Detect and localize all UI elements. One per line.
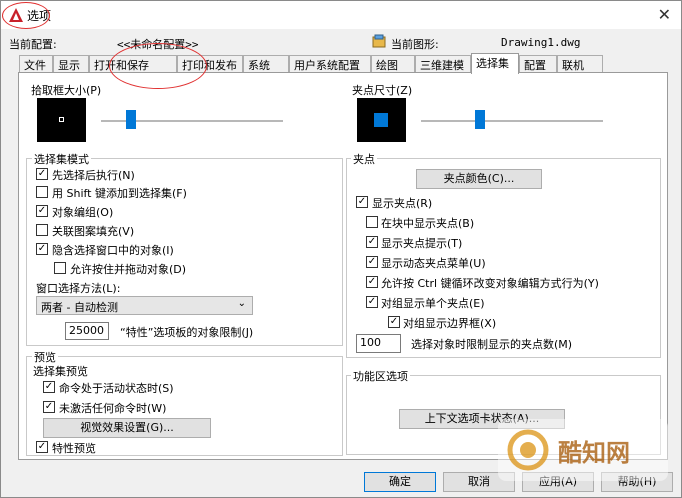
checkbox-bounding-box-groups[interactable]: ✓ xyxy=(388,316,400,328)
options-dialog: 选项 ✕ 当前配置: <<未命名配置>> 当前图形: Drawing1.dwg … xyxy=(0,0,682,498)
checkbox-single-grip-groups[interactable]: ✓ xyxy=(366,296,378,308)
current-drawing-label: 当前图形: xyxy=(391,38,439,51)
grips-title: 夹点 xyxy=(351,151,377,167)
checkbox-noun-verb[interactable]: ✓ xyxy=(36,168,48,180)
pickbox-slider-thumb[interactable] xyxy=(126,110,136,129)
label-grips-in-blocks: 在块中显示夹点(B) xyxy=(381,217,475,230)
selection-preview-subtitle: 选择集预览 xyxy=(33,365,88,378)
checkbox-press-drag[interactable] xyxy=(54,262,66,274)
checkbox-dynamic-grip-menu[interactable]: ✓ xyxy=(366,256,378,268)
checkbox-preview-command-active[interactable]: ✓ xyxy=(43,381,55,393)
label-associative-hatch: 关联图案填充(V) xyxy=(52,225,135,238)
grip-size-title: 夹点尺寸(Z) xyxy=(350,82,415,98)
checkbox-grips-in-blocks[interactable] xyxy=(366,216,378,228)
ribbon-options-title: 功能区选项 xyxy=(351,368,410,384)
label-object-grouping: 对象编组(O) xyxy=(52,206,114,219)
checkbox-show-grips[interactable]: ✓ xyxy=(356,196,368,208)
label-preview-no-command: 未激活任何命令时(W) xyxy=(59,402,167,415)
label-press-drag: 允许按住并拖动对象(D) xyxy=(70,263,187,276)
grip-colors-button[interactable]: 夹点颜色(C)... xyxy=(416,169,542,189)
annotation-circle-tabs xyxy=(109,43,207,89)
annotation-circle-title xyxy=(2,2,50,29)
checkbox-object-grouping[interactable]: ✓ xyxy=(36,205,48,217)
tab-panel-selection: 拾取框大小(P) 夹点尺寸(Z) 选择集模式 ✓ 先选择后执行(N) 用 Shi… xyxy=(18,72,668,460)
visual-effects-button[interactable]: 视觉效果设置(G)... xyxy=(43,418,211,438)
checkbox-property-preview[interactable]: ✓ xyxy=(36,441,48,453)
ok-button[interactable]: 确定 xyxy=(364,472,436,492)
grip-limit-input[interactable]: 100 xyxy=(356,334,401,353)
tab-3d-modeling[interactable]: 三维建模 xyxy=(415,55,471,73)
label-preview-command-active: 命令处于活动状态时(S) xyxy=(59,382,174,395)
label-implied-windowing: 隐含选择窗口中的对象(I) xyxy=(52,244,174,257)
current-profile-label: 当前配置: xyxy=(9,38,57,51)
tab-profiles[interactable]: 配置 xyxy=(519,55,557,73)
watermark: 酷知网 xyxy=(498,419,668,481)
checkbox-associative-hatch[interactable] xyxy=(36,224,48,236)
grip-size-preview xyxy=(357,98,406,142)
watermark-logo-icon xyxy=(507,429,549,471)
pickbox-size-title: 拾取框大小(P) xyxy=(29,82,104,98)
grip-size-slider-thumb[interactable] xyxy=(475,110,485,129)
close-icon[interactable]: ✕ xyxy=(658,5,671,24)
properties-object-limit-input[interactable]: 25000 xyxy=(65,322,109,340)
label-bounding-box-groups: 对组显示边界框(X) xyxy=(403,317,497,330)
grip-limit-value: 100 xyxy=(360,336,381,349)
current-drawing-value: Drawing1.dwg xyxy=(501,36,581,49)
window-method-value: 两者 - 自动检测 xyxy=(41,301,118,314)
pickbox-preview xyxy=(37,98,86,142)
tab-drafting[interactable]: 绘图 xyxy=(371,55,415,73)
label-show-grips: 显示夹点(R) xyxy=(372,197,433,210)
checkbox-ctrl-cycling[interactable]: ✓ xyxy=(366,276,378,288)
label-shift-add: 用 Shift 键添加到选择集(F) xyxy=(52,187,187,200)
label-dynamic-grip-menu: 显示动态夹点菜单(U) xyxy=(381,257,486,270)
grip-size-slider-track xyxy=(421,120,603,122)
selection-modes-title: 选择集模式 xyxy=(32,151,91,167)
window-method-select[interactable]: 两者 - 自动检测 ⌄ xyxy=(36,296,253,315)
tab-display[interactable]: 显示 xyxy=(53,55,89,73)
label-single-grip-groups: 对组显示单个夹点(E) xyxy=(381,297,485,310)
tab-selection[interactable]: 选择集 xyxy=(471,53,519,74)
title-bar: 选项 ✕ xyxy=(1,1,681,29)
watermark-text: 酷知网 xyxy=(558,439,630,467)
grip-limit-label: 选择对象时限制显示的夹点数(M) xyxy=(411,338,573,351)
tab-user-preferences[interactable]: 用户系统配置 xyxy=(289,55,371,73)
chevron-down-icon: ⌄ xyxy=(237,298,246,309)
properties-object-limit-label: “特性”选项板的对象限制(J) xyxy=(120,326,254,339)
tab-system[interactable]: 系统 xyxy=(243,55,289,73)
label-property-preview: 特性预览 xyxy=(52,442,96,455)
checkbox-implied-windowing[interactable]: ✓ xyxy=(36,243,48,255)
checkbox-grip-tips[interactable]: ✓ xyxy=(366,236,378,248)
window-method-label: 窗口选择方法(L): xyxy=(36,282,121,295)
drawing-file-icon xyxy=(372,34,386,48)
properties-object-limit-value: 25000 xyxy=(69,324,104,337)
label-grip-tips: 显示夹点提示(T) xyxy=(381,237,463,250)
checkbox-shift-add[interactable] xyxy=(36,186,48,198)
checkbox-preview-no-command[interactable]: ✓ xyxy=(43,401,55,413)
label-noun-verb: 先选择后执行(N) xyxy=(52,169,135,182)
tab-files[interactable]: 文件 xyxy=(19,55,53,73)
label-ctrl-cycling: 允许按 Ctrl 键循环改变对象编辑方式行为(Y) xyxy=(381,277,599,290)
tab-online[interactable]: 联机 xyxy=(557,55,603,73)
